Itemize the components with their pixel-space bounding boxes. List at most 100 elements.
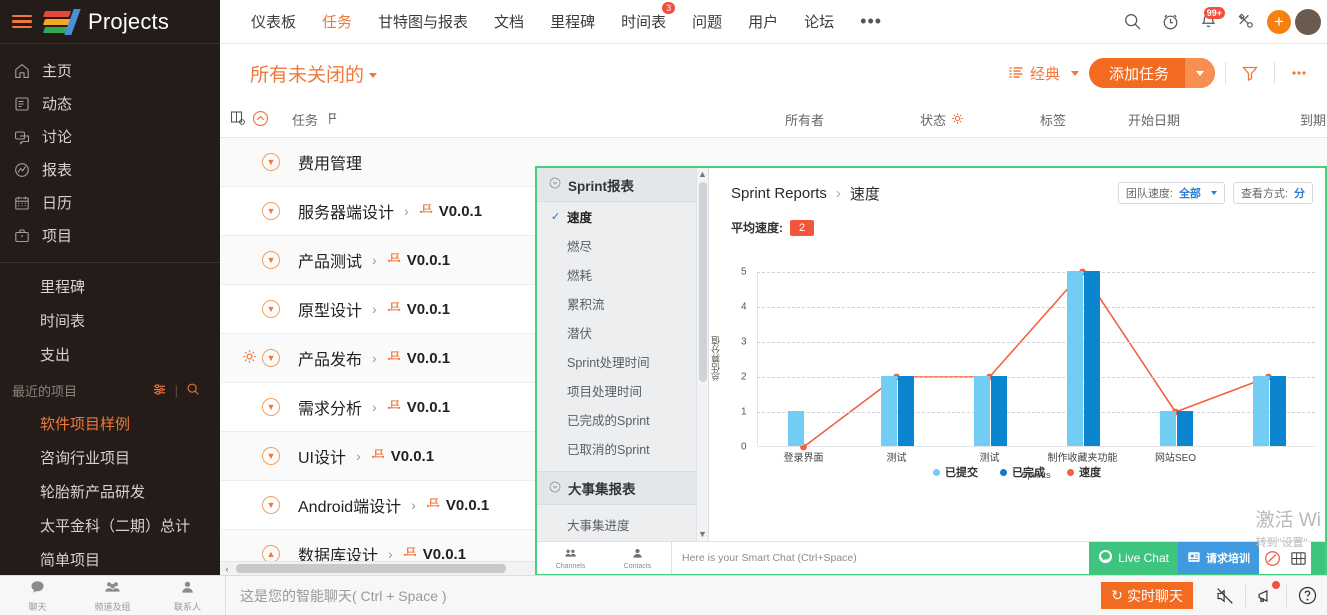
scrollbar-thumb[interactable] xyxy=(236,564,506,573)
record-icon[interactable] xyxy=(1259,542,1285,575)
tools-icon[interactable] xyxy=(1229,5,1263,39)
tab-forum[interactable]: 论坛 xyxy=(791,11,847,32)
column-header-task[interactable]: 任务 xyxy=(292,110,318,129)
chart-bar-submitted[interactable] xyxy=(787,411,804,446)
sidebar-item-project[interactable]: 项目 xyxy=(0,219,220,252)
task-name[interactable]: 服务器端设计 xyxy=(298,199,394,223)
task-name[interactable]: Android端设计 xyxy=(298,493,401,517)
popup-live-chat-button[interactable]: Live Chat xyxy=(1089,541,1178,574)
expand-toggle-icon[interactable]: ▼ xyxy=(262,496,280,514)
expand-toggle-icon[interactable]: ▼ xyxy=(262,349,280,367)
sidebar-item-milestone[interactable]: 里程碑 xyxy=(0,269,220,303)
chart-bar-completed[interactable] xyxy=(990,376,1007,446)
hamburger-icon[interactable] xyxy=(12,14,32,29)
version-label[interactable]: V0.0.1 xyxy=(407,399,450,416)
gear-icon[interactable] xyxy=(951,112,964,128)
add-task-button[interactable]: 添加任务 xyxy=(1088,58,1215,88)
column-header-start-date[interactable]: 开始日期 xyxy=(1128,110,1180,129)
search-icon[interactable] xyxy=(1115,5,1149,39)
avatar[interactable] xyxy=(1295,8,1321,35)
search-icon[interactable] xyxy=(186,382,200,399)
footer-tab-contacts[interactable]: Contacts xyxy=(604,542,671,575)
column-settings-icon[interactable] xyxy=(230,110,246,129)
filter-dropdown[interactable]: 所有未关闭的 xyxy=(250,60,378,87)
view-by-select[interactable]: 查看方式: 分 xyxy=(1232,182,1313,204)
task-name[interactable]: 费用管理 xyxy=(298,150,362,174)
tab-dashboard[interactable]: 仪表板 xyxy=(238,11,309,32)
sidebar-item-feed[interactable]: 动态 xyxy=(0,87,220,120)
project-item-1[interactable]: 咨询行业项目 xyxy=(0,440,220,474)
chart-bar-completed[interactable] xyxy=(1176,411,1193,446)
menu-item-completed-sprint[interactable]: 已完成的Sprint xyxy=(537,405,708,434)
expand-toggle-icon[interactable]: ▼ xyxy=(262,398,280,416)
column-header-tag[interactable]: 标签 xyxy=(1040,110,1066,129)
sidebar-item-timesheet[interactable]: 时间表 xyxy=(0,303,220,337)
chart-bar-completed[interactable] xyxy=(1083,271,1100,446)
filter-sliders-icon[interactable] xyxy=(152,382,167,400)
mute-icon[interactable] xyxy=(1205,576,1245,615)
expand-toggle-icon[interactable]: ▼ xyxy=(262,447,280,465)
column-header-owner[interactable]: 所有者 xyxy=(785,110,824,129)
sidebar-item-discussion[interactable]: 讨论 xyxy=(0,120,220,153)
expand-toggle-icon[interactable]: ▼ xyxy=(262,153,280,171)
menu-item-cumulative-flow[interactable]: 累积流 xyxy=(537,289,708,318)
menu-item-burndown[interactable]: 燃尽 xyxy=(537,231,708,260)
chart-bar-submitted[interactable] xyxy=(1066,271,1083,446)
legend-item-completed[interactable]: 已完成 xyxy=(1000,464,1045,480)
more-horizontal-icon[interactable] xyxy=(1285,59,1313,87)
team-velocity-select[interactable]: 团队速度: 全部 xyxy=(1117,182,1225,204)
bell-icon[interactable]: 99+ xyxy=(1191,5,1225,39)
chart-bar-submitted[interactable] xyxy=(1252,376,1269,446)
timer-icon[interactable] xyxy=(1153,5,1187,39)
smart-chat-input[interactable]: Here is your Smart Chat (Ctrl+Space) xyxy=(671,541,1089,574)
bottom-tab-channels[interactable]: 频道及组 xyxy=(75,576,150,615)
footer-tab-channels[interactable]: Channels xyxy=(537,542,604,575)
chevron-down-icon[interactable] xyxy=(1185,58,1215,88)
breadcrumb-root[interactable]: Sprint Reports xyxy=(731,185,827,202)
tab-documents[interactable]: 文档 xyxy=(481,11,537,32)
scroll-down-icon[interactable]: ▼ xyxy=(697,528,708,541)
chart-bar-submitted[interactable] xyxy=(880,376,897,446)
menu-group-epic-reports[interactable]: 大事集报表 xyxy=(537,471,708,505)
grid-icon[interactable] xyxy=(1285,542,1311,575)
scrollbar-thumb[interactable] xyxy=(699,182,707,382)
expand-toggle-icon[interactable]: ▼ xyxy=(262,251,280,269)
request-training-button[interactable]: 请求培训 xyxy=(1178,541,1259,574)
sidebar-item-report[interactable]: 报表 xyxy=(0,153,220,186)
more-tabs-icon[interactable]: ••• xyxy=(847,11,895,32)
chart-bar-completed[interactable] xyxy=(897,376,914,446)
tab-issues[interactable]: 问题 xyxy=(679,11,735,32)
tab-users[interactable]: 用户 xyxy=(735,11,791,32)
collapse-all-icon[interactable] xyxy=(252,110,269,130)
chart-bar-submitted[interactable] xyxy=(1159,411,1176,446)
bottom-chat-input[interactable]: 这是您的智能聊天( Ctrl + Space ) xyxy=(225,575,1101,615)
menu-item-latency[interactable]: 潜伏 xyxy=(537,318,708,347)
sidebar-item-calendar[interactable]: 日历 xyxy=(0,186,220,219)
tab-milestones[interactable]: 里程碑 xyxy=(537,11,608,32)
tab-tasks[interactable]: 任务 xyxy=(309,11,365,32)
chart-bar-completed[interactable] xyxy=(1269,376,1286,446)
expand-toggle-icon[interactable]: ▼ xyxy=(262,202,280,220)
megaphone-icon[interactable] xyxy=(1246,576,1286,615)
expand-toggle-icon[interactable]: ▼ xyxy=(262,300,280,318)
menu-item-epic-progress[interactable]: 大事集进度 xyxy=(537,510,708,539)
menu-item-burnup[interactable]: 燃耗 xyxy=(537,260,708,289)
version-label[interactable]: V0.0.1 xyxy=(391,448,434,465)
version-label[interactable]: V0.0.1 xyxy=(439,203,482,220)
view-mode-dropdown[interactable]: 经典 xyxy=(1008,63,1079,84)
funnel-icon[interactable] xyxy=(1236,59,1264,87)
task-name[interactable]: 产品发布 xyxy=(298,346,362,370)
legend-item-velocity[interactable]: 速度 xyxy=(1067,464,1101,480)
version-label[interactable]: V0.0.1 xyxy=(407,252,450,269)
column-header-status[interactable]: 状态 xyxy=(920,110,946,129)
gear-icon[interactable] xyxy=(242,349,257,368)
bottom-tab-contacts[interactable]: 联系人 xyxy=(150,576,225,615)
version-label[interactable]: V0.0.1 xyxy=(407,301,450,318)
scroll-left-icon[interactable]: ‹ xyxy=(220,564,234,574)
sidebar-item-expense[interactable]: 支出 xyxy=(0,337,220,371)
add-button[interactable]: + xyxy=(1267,9,1291,34)
scroll-up-icon[interactable]: ▲ xyxy=(697,168,708,181)
version-label[interactable]: V0.0.1 xyxy=(446,497,489,514)
menu-item-project-cycle-time[interactable]: 项目处理时间 xyxy=(537,376,708,405)
project-item-0[interactable]: 软件项目样例 xyxy=(0,406,220,440)
